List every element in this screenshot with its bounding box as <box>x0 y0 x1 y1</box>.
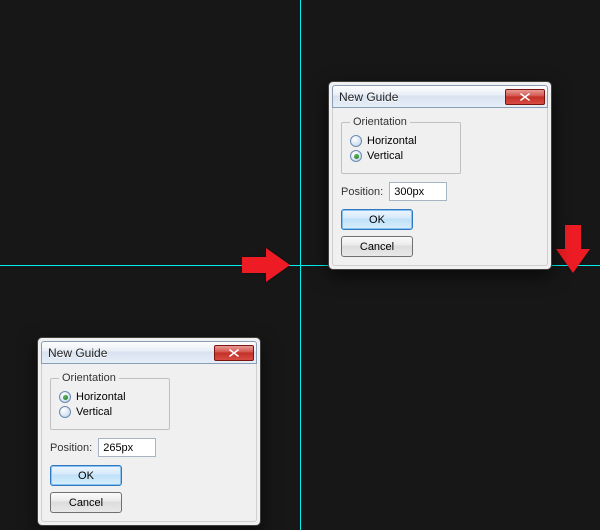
radio-icon <box>59 406 71 418</box>
arrow-right-icon <box>242 248 290 282</box>
close-icon <box>520 93 530 101</box>
position-row: Position: <box>341 182 461 201</box>
arrow-down-icon <box>556 225 590 273</box>
dialog-body: Orientation Horizontal Vertical Position… <box>332 108 548 266</box>
close-button[interactable] <box>505 89 545 105</box>
position-label: Position: <box>50 442 92 454</box>
close-button[interactable] <box>214 345 254 361</box>
ok-button[interactable]: OK <box>50 465 122 486</box>
titlebar[interactable]: New Guide <box>41 341 257 364</box>
new-guide-dialog-vertical[interactable]: New Guide Orientation Horizontal Vertica… <box>328 81 552 270</box>
ok-button[interactable]: OK <box>341 209 413 230</box>
titlebar[interactable]: New Guide <box>332 85 548 108</box>
cancel-button[interactable]: Cancel <box>50 492 122 513</box>
radio-icon <box>350 150 362 162</box>
dialog-title: New Guide <box>339 90 505 104</box>
radio-vertical[interactable]: Vertical <box>59 406 161 418</box>
position-input[interactable] <box>389 182 447 201</box>
orientation-legend: Orientation <box>59 372 119 384</box>
orientation-group: Orientation Horizontal Vertical <box>341 116 461 174</box>
radio-icon <box>59 391 71 403</box>
orientation-legend: Orientation <box>350 116 410 128</box>
dialog-title: New Guide <box>48 346 214 360</box>
position-label: Position: <box>341 186 383 198</box>
radio-label: Vertical <box>76 406 112 418</box>
new-guide-dialog-horizontal[interactable]: New Guide Orientation Horizontal Vertica… <box>37 337 261 526</box>
position-row: Position: <box>50 438 170 457</box>
position-input[interactable] <box>98 438 156 457</box>
radio-label: Horizontal <box>367 135 417 147</box>
orientation-group: Orientation Horizontal Vertical <box>50 372 170 430</box>
radio-label: Vertical <box>367 150 403 162</box>
close-icon <box>229 349 239 357</box>
radio-horizontal[interactable]: Horizontal <box>59 391 161 403</box>
radio-label: Horizontal <box>76 391 126 403</box>
cancel-button[interactable]: Cancel <box>341 236 413 257</box>
radio-icon <box>350 135 362 147</box>
dialog-body: Orientation Horizontal Vertical Position… <box>41 364 257 522</box>
radio-vertical[interactable]: Vertical <box>350 150 452 162</box>
radio-horizontal[interactable]: Horizontal <box>350 135 452 147</box>
